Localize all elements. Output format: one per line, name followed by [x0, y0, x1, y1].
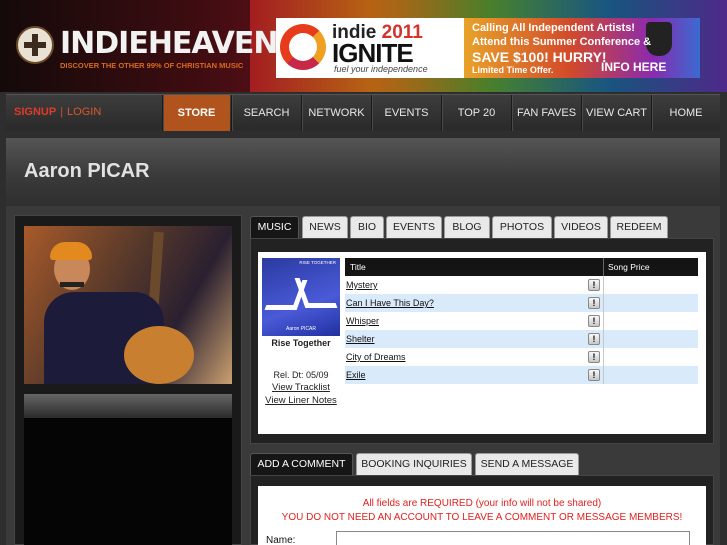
banner-line-1: Calling All Independent Artists! — [472, 22, 635, 34]
nav-view-cart[interactable]: VIEW CART — [581, 95, 651, 131]
table-row: Shelter ! — [345, 330, 698, 348]
track-table-header: Title Song Price — [345, 258, 698, 276]
banner-cta-link[interactable]: INFO HERE — [601, 60, 666, 74]
profile-header: Aaron PICAR — [6, 138, 720, 206]
tab-blog[interactable]: BLOG — [444, 216, 490, 238]
left-column-panel — [24, 418, 232, 545]
album-title: Rise Together — [271, 338, 331, 348]
nav-fan-faves[interactable]: FAN FAVES — [511, 95, 581, 131]
ad-banner[interactable]: indie 2011 IGNITE fuel your independence… — [276, 18, 700, 78]
view-liner-notes-link[interactable]: View Liner Notes — [255, 395, 347, 406]
info-icon[interactable]: ! — [588, 369, 600, 381]
nav-search[interactable]: SEARCH — [231, 95, 301, 131]
tab-news[interactable]: NEWS — [302, 216, 348, 238]
nav-store[interactable]: STORE — [162, 95, 230, 131]
required-note: All fields are REQUIRED (your info will … — [362, 498, 602, 509]
tab-photos[interactable]: PHOTOS — [492, 216, 552, 238]
left-column-bar — [24, 394, 232, 418]
signup-link[interactable]: SIGNUP — [14, 106, 56, 118]
banner-line-2: Attend this Summer Conference & — [472, 36, 652, 48]
track-title-link[interactable]: City of Dreams — [346, 352, 406, 362]
track-title-link[interactable]: Shelter — [346, 334, 375, 344]
logo-tagline: DISCOVER THE OTHER 99% OF CHRISTIAN MUSI… — [60, 61, 244, 70]
table-row: City of Dreams ! — [345, 348, 698, 366]
album-cover-title: RISE TOGETHER — [299, 260, 336, 265]
table-row: Can I Have This Day? ! — [345, 294, 698, 312]
tab-add-comment[interactable]: ADD A COMMENT — [250, 453, 353, 475]
info-icon[interactable]: ! — [588, 351, 600, 363]
site-header: INDIEHEAVEN DISCOVER THE OTHER 99% OF CH… — [0, 0, 727, 92]
auth-separator: | — [60, 106, 64, 118]
tab-events[interactable]: EVENTS — [386, 216, 442, 238]
banner-slogan: fuel your independence — [334, 64, 428, 74]
nav-network[interactable]: NETWORK — [301, 95, 371, 131]
track-title-link[interactable]: Exile — [346, 370, 366, 380]
table-row: Whisper ! — [345, 312, 698, 330]
auth-links: SIGNUP | LOGIN — [14, 106, 101, 118]
main-nav: SIGNUP | LOGIN STORE SEARCH NETWORK EVENTS… — [6, 94, 720, 131]
col-title: Title — [350, 262, 366, 272]
tab-redeem[interactable]: REDEEM — [610, 216, 668, 238]
name-label: Name: — [266, 535, 296, 545]
table-row: Exile ! — [345, 366, 698, 384]
info-icon[interactable]: ! — [588, 315, 600, 327]
tab-booking-inquiries[interactable]: BOOKING INQUIRIES — [356, 453, 472, 475]
ignite-ring-icon — [280, 24, 326, 70]
album-cover-artist: Aaron PICAR — [285, 326, 316, 332]
nav-top-20[interactable]: TOP 20 — [441, 95, 511, 131]
table-row: Mystery ! — [345, 276, 698, 294]
nav-events[interactable]: EVENTS — [371, 95, 441, 131]
info-icon[interactable]: ! — [588, 297, 600, 309]
artist-photo[interactable] — [24, 226, 232, 384]
nav-home[interactable]: HOME — [651, 95, 720, 131]
info-icon[interactable]: ! — [588, 279, 600, 291]
cross-logo-icon — [16, 26, 54, 64]
track-title-link[interactable]: Can I Have This Day? — [346, 298, 434, 308]
logo-name: INDIEHEAVEN — [60, 26, 278, 61]
tab-bio[interactable]: BIO — [350, 216, 384, 238]
login-link[interactable]: LOGIN — [67, 106, 101, 118]
track-title-link[interactable]: Whisper — [346, 316, 379, 326]
account-note: YOU DO NOT NEED AN ACCOUNT TO LEAVE A CO… — [281, 512, 683, 523]
album-cover[interactable]: RISE TOGETHER Aaron PICAR — [262, 258, 340, 336]
tab-send-message[interactable]: SEND A MESSAGE — [475, 453, 579, 475]
artist-name: Aaron PICAR — [24, 160, 150, 182]
album-release-date: Rel. Dt: 05/09 — [273, 370, 329, 380]
banner-line-4: Limited Time Offer. — [472, 65, 554, 75]
site-logo[interactable]: INDIEHEAVEN DISCOVER THE OTHER 99% OF CH… — [14, 24, 278, 72]
tab-music[interactable]: MUSIC — [250, 216, 299, 238]
col-song-price: Song Price — [608, 262, 650, 272]
tab-videos[interactable]: VIDEOS — [554, 216, 608, 238]
view-tracklist-link[interactable]: View Tracklist — [255, 382, 347, 393]
info-icon[interactable]: ! — [588, 333, 600, 345]
track-title-link[interactable]: Mystery — [346, 280, 378, 290]
page: { "header": { "logo_name": "INDIEHEAVEN"… — [0, 0, 727, 545]
name-input[interactable] — [336, 531, 690, 545]
banner-line-3: SAVE $100! HURRY! — [472, 49, 607, 65]
